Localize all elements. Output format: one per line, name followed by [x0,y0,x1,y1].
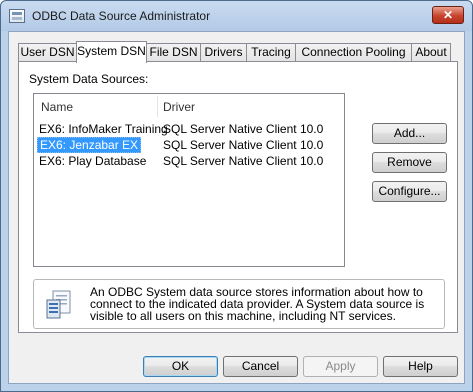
column-header-name[interactable]: Name [41,100,73,114]
data-source-driver: SQL Server Native Client 10.0 [163,154,324,168]
info-box: An ODBC System data source stores inform… [33,279,445,329]
help-button[interactable]: Help [383,356,458,377]
title-bar[interactable]: ODBC Data Source Administrator ✕ [1,1,472,31]
dialog-client-area: User DSN System DSN File DSN Drivers Tra… [8,31,465,384]
data-source-name: EX6: Jenzabar EX [37,137,142,153]
cancel-button[interactable]: Cancel [223,356,298,377]
list-item[interactable]: EX6: InfoMaker Training SQL Server Nativ… [34,121,344,137]
odbc-dialog-window: ODBC Data Source Administrator ✕ User DS… [0,0,473,392]
data-source-name: EX6: InfoMaker Training [39,122,168,136]
system-data-sources-label: System Data Sources: [29,72,149,86]
tab-drivers[interactable]: Drivers [200,43,247,62]
data-source-driver: SQL Server Native Client 10.0 [163,122,324,136]
tab-connection-pooling[interactable]: Connection Pooling [295,43,412,62]
configure-button[interactable]: Configure... [372,181,447,202]
column-header-driver[interactable]: Driver [163,100,195,114]
list-item[interactable]: EX6: Play Database SQL Server Native Cli… [34,153,344,169]
apply-button[interactable]: Apply [303,356,378,377]
tab-file-dsn[interactable]: File DSN [146,43,201,62]
odbc-app-icon [9,9,25,23]
info-description: An ODBC System data source stores inform… [90,285,425,323]
close-button[interactable]: ✕ [432,6,464,24]
data-source-driver: SQL Server Native Client 10.0 [163,138,324,152]
data-sources-list[interactable]: Name Driver EX6: InfoMaker Training SQL … [33,93,345,267]
column-divider[interactable] [157,96,158,117]
list-item-selected[interactable]: EX6: Jenzabar EX SQL Server Native Clien… [34,137,344,153]
tab-user-dsn[interactable]: User DSN [18,43,77,62]
data-source-name: EX6: Play Database [39,154,147,168]
add-button[interactable]: Add... [372,123,447,144]
tab-tracing[interactable]: Tracing [246,43,296,62]
ok-button[interactable]: OK [143,356,218,377]
list-header: Name Driver [34,94,344,119]
tab-system-dsn[interactable]: System DSN [76,41,147,63]
remove-button[interactable]: Remove [372,152,447,173]
tab-about[interactable]: About [411,43,451,62]
server-document-icon [46,290,72,320]
system-dsn-panel: System Data Sources: Name Driver EX6: In… [18,61,458,333]
window-title: ODBC Data Source Administrator [32,9,211,23]
